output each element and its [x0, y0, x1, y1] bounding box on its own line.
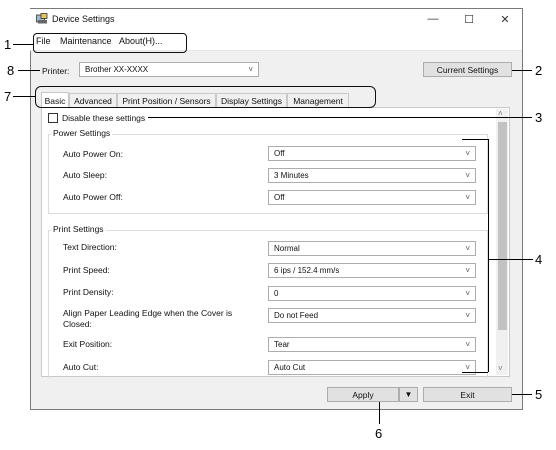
callout-number-2: 2: [535, 63, 543, 78]
callout-box-menu: [33, 33, 187, 53]
chevron-down-icon: ˅: [465, 266, 470, 275]
minimize-button[interactable]: —: [421, 11, 445, 27]
printer-label: Printer:: [42, 66, 70, 76]
callout-line-8: [18, 70, 40, 71]
current-settings-label: Current Settings: [436, 64, 499, 75]
callout-number-7: 7: [4, 89, 12, 104]
callout-line-6: [379, 402, 380, 424]
callout-bracket-top: [462, 139, 488, 140]
minimize-icon: —: [427, 13, 439, 25]
chevron-down-icon: ˅: [465, 311, 470, 320]
print-density-value: 0: [274, 289, 279, 298]
print-density-select[interactable]: 0 ˅: [268, 286, 476, 301]
callout-number-8: 8: [7, 63, 15, 78]
app-icon: [36, 13, 48, 24]
disable-checkbox[interactable]: [48, 113, 58, 123]
current-settings-button[interactable]: Current Settings: [423, 62, 512, 77]
auto-sleep-label: Auto Sleep:: [63, 170, 107, 180]
auto-power-on-select[interactable]: Off ˅: [268, 146, 476, 161]
callout-line-7: [13, 96, 35, 97]
align-paper-label: Align Paper Leading Edge when the Cover …: [63, 308, 233, 318]
exit-position-value: Tear: [274, 340, 290, 349]
callout-bracket-vert: [488, 139, 489, 372]
auto-power-off-value: Off: [274, 193, 285, 202]
apply-button[interactable]: Apply: [327, 387, 399, 402]
exit-position-label: Exit Position:: [63, 339, 113, 349]
auto-power-on-value: Off: [274, 149, 285, 158]
chevron-down-icon: ˅: [248, 65, 253, 74]
chevron-down-icon: ˅: [465, 363, 470, 372]
power-settings-title: Power Settings: [51, 128, 113, 138]
print-speed-select[interactable]: 6 ips / 152.4 mm/s ˅: [268, 263, 476, 278]
window-title: Device Settings: [52, 14, 115, 24]
chevron-down-icon: ˅: [465, 244, 470, 253]
auto-sleep-select[interactable]: 3 Minutes ˅: [268, 168, 476, 183]
disable-label: Disable these settings: [62, 113, 146, 123]
chevron-down-icon: ˅: [465, 193, 470, 202]
close-button[interactable]: ✕: [493, 11, 517, 27]
auto-sleep-value: 3 Minutes: [274, 171, 309, 180]
auto-cut-label: Auto Cut:: [63, 362, 99, 372]
printer-value: Brother XX-XXXX: [85, 65, 149, 74]
tab-join: [43, 108, 75, 109]
exit-label: Exit: [460, 389, 475, 400]
print-speed-value: 6 ips / 152.4 mm/s: [274, 266, 340, 275]
scroll-down-icon[interactable]: ˅: [498, 364, 503, 373]
apply-dropdown-button[interactable]: ▼: [399, 387, 418, 402]
chevron-down-icon: ˅: [465, 171, 470, 180]
close-icon: ✕: [500, 13, 510, 26]
auto-cut-value: Auto Cut: [274, 363, 306, 372]
callout-line-4: [488, 259, 533, 260]
printer-select[interactable]: Brother XX-XXXX ˅: [79, 62, 259, 77]
auto-power-off-label: Auto Power Off:: [63, 192, 123, 202]
apply-label: Apply: [352, 389, 374, 400]
auto-power-off-select[interactable]: Off ˅: [268, 190, 476, 205]
print-settings-title: Print Settings: [51, 224, 106, 234]
callout-number-4: 4: [535, 252, 543, 267]
dropdown-arrow-icon: ▼: [404, 390, 413, 399]
chevron-down-icon: ˅: [465, 340, 470, 349]
callout-number-5: 5: [535, 387, 543, 402]
callout-line-1: [13, 44, 33, 45]
callout-line-2: [512, 70, 532, 71]
text-direction-value: Normal: [274, 244, 300, 253]
exit-position-select[interactable]: Tear ˅: [268, 337, 476, 352]
auto-cut-select[interactable]: Auto Cut ˅: [268, 360, 476, 375]
align-paper-select[interactable]: Do not Feed ˅: [268, 308, 476, 323]
scrollbar-thumb[interactable]: [498, 122, 507, 330]
auto-power-on-label: Auto Power On:: [63, 149, 124, 159]
callout-bracket-bottom: [462, 372, 488, 373]
maximize-icon: ☐: [464, 13, 474, 26]
text-direction-label: Text Direction:: [63, 242, 117, 252]
print-speed-label: Print Speed:: [63, 265, 110, 275]
callout-box-tabs: [35, 86, 376, 108]
text-direction-select[interactable]: Normal ˅: [268, 241, 476, 256]
exit-button[interactable]: Exit: [423, 387, 512, 402]
align-paper-label-2: Closed:: [63, 319, 92, 329]
chevron-down-icon: ˅: [465, 149, 470, 158]
maximize-button[interactable]: ☐: [457, 11, 481, 27]
print-density-label: Print Density:: [63, 287, 114, 297]
chevron-down-icon: ˅: [465, 289, 470, 298]
callout-line-5: [512, 394, 532, 395]
callout-number-6: 6: [375, 426, 383, 441]
align-paper-value: Do not Feed: [274, 311, 319, 320]
callout-line-3: [148, 117, 532, 118]
callout-number-3: 3: [535, 110, 543, 125]
callout-number-1: 1: [4, 37, 12, 52]
